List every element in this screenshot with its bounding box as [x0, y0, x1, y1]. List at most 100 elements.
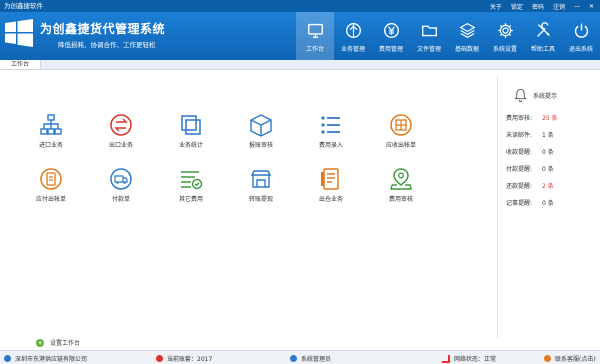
signal-icon: [442, 354, 450, 363]
windows-logo-icon: [5, 19, 33, 47]
nav-label: 文件管理: [416, 46, 441, 53]
about-link[interactable]: 关于: [490, 2, 502, 11]
nav-label: 工作台: [305, 46, 324, 53]
tip-value: 0 条: [542, 149, 554, 156]
yen-icon: [383, 23, 399, 38]
main-nav: 工作台 业务管理 费用管理 文件管理 基础数据 系统设置 帮助工具 退出系统: [296, 12, 600, 60]
nav-label: 业务管理: [340, 46, 365, 53]
set-workbench-button[interactable]: + 设置工作台: [36, 338, 80, 347]
window-links: 关于 锁定 密码 注销 — ✕: [490, 0, 594, 12]
lock-link[interactable]: 锁定: [511, 2, 523, 11]
nav-exit[interactable]: 退出系统: [562, 12, 600, 60]
workbench-content: [0, 70, 600, 348]
nav-label: 系统设置: [492, 46, 517, 53]
tip-row-unread-mail[interactable]: 未读邮件: 1 条: [506, 130, 554, 139]
tip-label: 付款提醒:: [506, 166, 533, 173]
tile-warehouse-out[interactable]: 出仓业务: [302, 166, 360, 206]
status-account-text: 当前账套：2017: [167, 356, 213, 363]
layers-icon: [458, 23, 476, 38]
minimize-button[interactable]: —: [574, 3, 580, 10]
nav-settings[interactable]: 系统设置: [486, 12, 524, 60]
nav-label: 退出系统: [568, 46, 593, 53]
password-link[interactable]: 密码: [532, 2, 544, 11]
tip-label: 还款提醒:: [506, 183, 533, 190]
tile-export-business[interactable]: 出口业务: [92, 112, 150, 152]
compass-icon: [345, 23, 361, 38]
fee-audit-icon: [390, 168, 412, 190]
status-company-text: 深圳市东港供应链有限公司: [15, 356, 88, 363]
box-audit-icon: [250, 114, 272, 137]
status-account: 当前账套：2017: [156, 354, 212, 363]
receivable-icon: [390, 114, 412, 136]
set-workbench-label: 设置工作台: [50, 340, 81, 347]
tip-row-repayment[interactable]: 还款提醒: 2 条: [506, 181, 554, 190]
status-bar: 深圳市东港供应链有限公司 当前账套：2017 系统管理员 网络状态：正常 联系客…: [0, 350, 600, 364]
nav-business[interactable]: 业务管理: [334, 12, 372, 60]
tip-row-payment[interactable]: 付款提醒: 0 条: [506, 164, 554, 173]
app-title: 为创鑫捷货代管理系统: [40, 22, 166, 36]
logout-link[interactable]: 注销: [553, 2, 565, 11]
payment-truck-icon: [110, 168, 132, 190]
tile-label: 进口业务: [38, 142, 63, 149]
tip-label: 记事提醒:: [506, 200, 533, 207]
status-user-text: 系统管理员: [301, 356, 332, 363]
tile-fee-entry[interactable]: 费用录入: [302, 112, 360, 152]
status-user: 系统管理员: [290, 354, 331, 363]
tip-value: 1 条: [542, 132, 554, 139]
tip-value: 2 条: [542, 183, 554, 190]
tile-receivable-bill[interactable]: 应收出帐单: [372, 112, 430, 152]
nav-workbench[interactable]: 工作台: [296, 12, 334, 60]
tip-value: 0 条: [542, 166, 554, 173]
tab-workbench[interactable]: 工作台: [0, 60, 41, 69]
nav-files[interactable]: 文件管理: [410, 12, 448, 60]
user-icon: [290, 355, 297, 362]
tile-other-fees[interactable]: 其它费用: [162, 166, 220, 206]
export-icon: [110, 114, 132, 136]
home-icon: [4, 355, 11, 362]
tile-label: 付款单: [111, 196, 130, 203]
contact-support-link[interactable]: 联系客服(点击): [544, 354, 596, 363]
status-company: 深圳市东港供应链有限公司: [4, 354, 87, 363]
power-icon: [574, 23, 588, 38]
tile-label: 费用审核: [388, 196, 413, 203]
tile-label: 应付出帐单: [35, 196, 66, 203]
account-icon: [156, 355, 163, 362]
status-network: 网络状态：正常: [442, 354, 496, 363]
contact-support-text: 联系客服(点击): [555, 356, 596, 363]
status-network-text: 网络状态：正常: [454, 356, 497, 363]
tile-label: 出口业务: [108, 142, 133, 149]
tip-value: 25 条: [542, 115, 558, 122]
tip-row-notes[interactable]: 记事提醒: 0 条: [506, 198, 554, 207]
close-button[interactable]: ✕: [589, 3, 594, 10]
tile-fee-audit[interactable]: 费用审核: [372, 166, 430, 206]
nav-fees[interactable]: 费用管理: [372, 12, 410, 60]
tile-label: 转账提现: [248, 196, 273, 203]
tile-label: 出仓业务: [318, 196, 343, 203]
tile-import-business[interactable]: 进口业务: [22, 112, 80, 152]
app-header: 为创鑫捷货代管理系统 降低损耗、协调合作、工作更轻松 工作台 业务管理 费用管理…: [0, 12, 600, 60]
nav-help[interactable]: 帮助工具: [524, 12, 562, 60]
other-fees-icon: [181, 171, 203, 190]
tip-row-fee-audit[interactable]: 费用审核: 25 条: [506, 113, 558, 122]
app-slogan: 降低损耗、协调合作、工作更轻松: [58, 41, 156, 49]
tile-payable-bill[interactable]: 应付出帐单: [22, 166, 80, 206]
app-window: 为创鑫捷软件 关于 锁定 密码 注销 — ✕ 为创鑫捷货代管理系统 降低损耗、协…: [0, 0, 600, 364]
tile-expense-audit[interactable]: 报账审核: [232, 112, 290, 152]
tile-label: 其它费用: [178, 196, 203, 203]
payable-icon: [40, 168, 62, 190]
list-entry-icon: [321, 116, 340, 134]
bell-icon: [514, 88, 527, 102]
plus-icon: +: [36, 338, 44, 347]
folder-icon: [421, 25, 437, 37]
nav-label: 帮助工具: [530, 46, 555, 53]
gear-icon: [497, 23, 513, 38]
tip-row-receipt[interactable]: 收款提醒: 0 条: [506, 147, 554, 156]
window-title: 为创鑫捷软件: [4, 2, 43, 10]
nav-label: 基础数据: [454, 46, 479, 53]
tile-business-statistics[interactable]: 业务统计: [162, 112, 220, 152]
nav-basedata[interactable]: 基础数据: [448, 12, 486, 60]
tile-transfer-withdraw[interactable]: 转账提现: [232, 166, 290, 206]
tips-divider: [497, 76, 498, 338]
tools-icon: [536, 22, 550, 37]
tile-payment-order[interactable]: 付款单: [92, 166, 150, 206]
